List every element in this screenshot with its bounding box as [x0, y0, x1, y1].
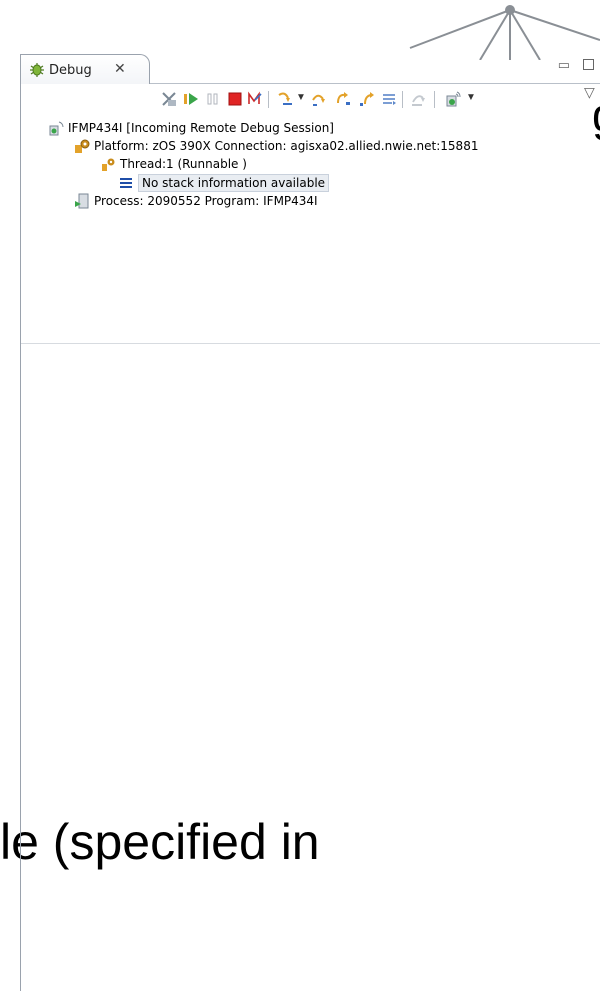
drop-to-frame-icon[interactable]: [380, 90, 398, 108]
step-return-icon[interactable]: [334, 90, 352, 108]
resume-icon[interactable]: [182, 90, 200, 108]
tab-bar-border: [150, 83, 600, 84]
process-label: Process: 2090552 Program: IFMP434I: [94, 194, 318, 208]
stack-frame-icon: [120, 178, 132, 188]
step-into-icon[interactable]: [276, 90, 294, 108]
tab-label: Debug: [49, 63, 92, 78]
debug-toolbar: ▼ ▼ ▽: [160, 84, 600, 110]
thread-label: Thread:1 (Runnable ): [120, 157, 247, 171]
chevron-down-icon[interactable]: ▼: [466, 92, 476, 103]
disconnect-icon[interactable]: [246, 90, 264, 108]
maximize-icon[interactable]: [583, 59, 594, 70]
platform-gear-icon: [75, 139, 90, 153]
terminate-icon[interactable]: [226, 90, 244, 108]
step-over-icon[interactable]: [310, 90, 328, 108]
toolbar-separator: [268, 91, 269, 108]
tab-debug[interactable]: Debug ✕: [20, 54, 150, 84]
thread-icon: [102, 158, 115, 171]
close-icon[interactable]: ✕: [114, 60, 126, 77]
chevron-down-icon[interactable]: ▼: [296, 92, 306, 103]
remove-terminated-icon[interactable]: [160, 90, 178, 108]
tower-graphic: [409, 5, 600, 60]
view-menu-icon[interactable]: ▽: [584, 84, 595, 101]
step-return-alt-icon[interactable]: [358, 90, 376, 108]
stack-label: No stack information available: [138, 174, 330, 192]
minimize-icon[interactable]: ▭: [558, 57, 570, 73]
toolbar-separator: [434, 91, 435, 108]
debug-bug-icon: [30, 63, 44, 77]
suspend-icon[interactable]: [204, 90, 222, 108]
process-icon: [75, 193, 89, 209]
platform-label: Platform: zOS 390X Connection: agisxa02.…: [94, 139, 479, 153]
remote-debug-icon[interactable]: [444, 90, 462, 108]
debug-view: Debug ✕ ▭ ▼ ▼ ▽ IFMP434I [Incoming Remot…: [20, 54, 600, 991]
toolbar-separator: [402, 91, 403, 108]
session-label: IFMP434I [Incoming Remote Debug Session]: [68, 121, 334, 135]
step-filters-icon[interactable]: [410, 90, 428, 108]
remote-session-icon: [49, 121, 64, 136]
tab-bar: Debug ✕ ▭: [20, 54, 600, 84]
